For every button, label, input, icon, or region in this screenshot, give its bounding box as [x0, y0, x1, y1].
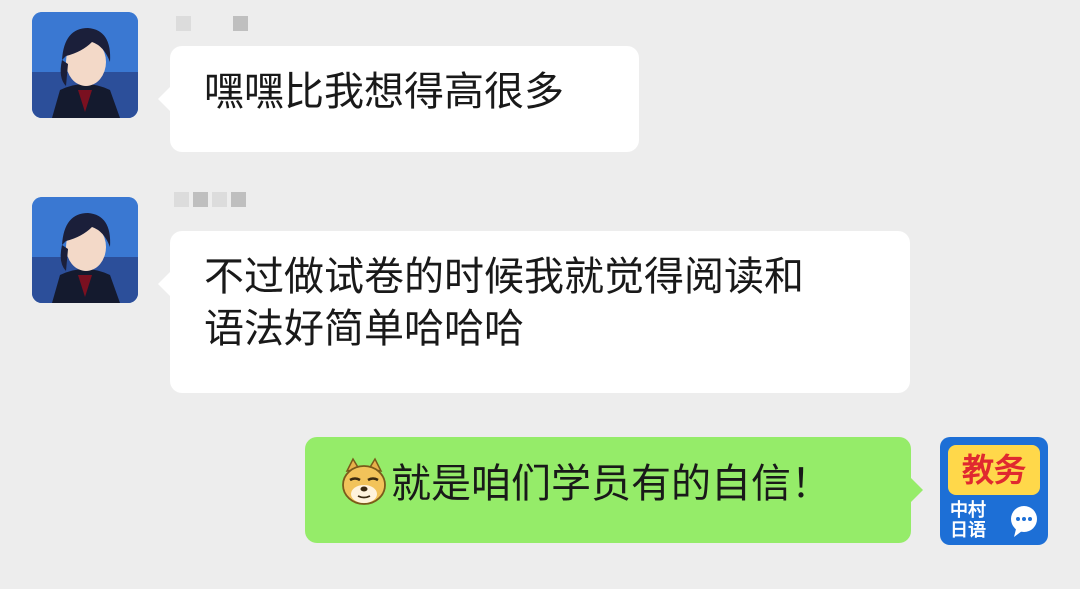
message-bubble[interactable]: 不过做试卷的时候我就觉得阅读和 语法好简单哈哈哈 — [158, 231, 910, 393]
outgoing-message-bubble[interactable]: 就是咱们学员有的自信！ — [305, 437, 923, 543]
message-text-line: 不过做试卷的时候我就觉得阅读和 — [204, 254, 804, 300]
message-bubble[interactable]: 嘿嘿比我想得高很多 — [158, 46, 639, 152]
contact-avatar[interactable] — [32, 12, 138, 118]
bubble-tail — [910, 477, 923, 503]
contact-avatar[interactable] — [32, 197, 138, 303]
anime-character-avatar-icon — [32, 197, 138, 303]
message-text: 嘿嘿比我想得高很多 — [204, 69, 564, 115]
bubble-tail — [158, 86, 171, 112]
contact-name-blurred — [174, 192, 246, 214]
message-text-line: 语法好简单哈哈哈 — [204, 306, 524, 352]
self-avatar[interactable]: 教务 中村 日语 — [940, 437, 1048, 545]
contact-name-blurred — [176, 16, 248, 38]
avatar-subtitle: 中村 日语 — [950, 501, 1010, 541]
doge-icon — [342, 457, 386, 505]
bubble-tail — [158, 271, 171, 297]
speech-bubble-icon — [1011, 506, 1037, 537]
avatar-subtitle-line1: 中村 — [950, 500, 986, 521]
avatar-subtitle-line2: 日语 — [950, 520, 986, 541]
anime-character-avatar-icon — [32, 12, 138, 118]
avatar-title: 教务 — [948, 445, 1040, 495]
message-text: 就是咱们学员有的自信！ — [391, 461, 831, 507]
